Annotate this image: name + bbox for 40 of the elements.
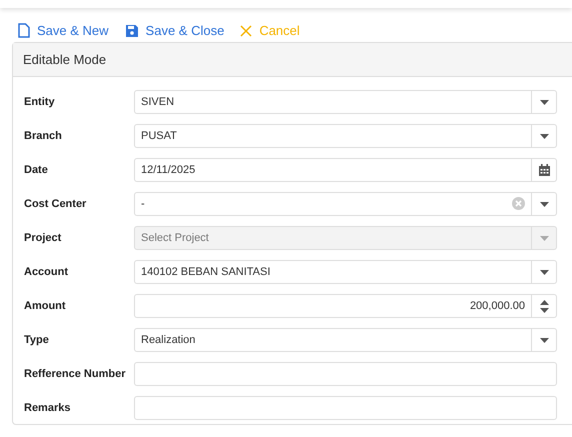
dropdown-field[interactable]: Realization <box>134 328 532 352</box>
number-field[interactable]: 200,000.00 <box>134 294 532 318</box>
field-label: Account <box>24 264 69 280</box>
field-label: Type <box>24 332 50 348</box>
caret-icon <box>540 100 548 104</box>
dropdown-toggle[interactable] <box>532 260 557 284</box>
caret-icon <box>540 338 548 342</box>
dropdown-field[interactable]: 140102 BEBAN SANITASI <box>134 260 532 284</box>
date-field[interactable]: 12/11/2025 <box>134 158 532 182</box>
calendar-button[interactable] <box>532 158 557 182</box>
field-label: Refference Number <box>24 366 126 382</box>
text-field[interactable] <box>134 362 557 386</box>
field-label: Project <box>24 230 62 246</box>
document-icon <box>18 23 30 38</box>
dropdown-toggle[interactable] <box>532 90 557 114</box>
field-label: Amount <box>24 298 67 314</box>
caret-icon <box>540 236 548 240</box>
dropdown-toggle[interactable] <box>532 192 557 216</box>
decrement-icon[interactable] <box>540 308 548 312</box>
spinner-button[interactable] <box>532 294 557 318</box>
caret-icon <box>540 134 548 138</box>
dropdown-field[interactable]: - <box>134 192 532 216</box>
increment-icon[interactable] <box>540 300 548 304</box>
text-field[interactable] <box>134 396 557 420</box>
field-label: Cost Center <box>24 196 88 212</box>
caret-icon <box>540 202 548 206</box>
field-label: Date <box>24 162 49 178</box>
save-button[interactable]: Save & New <box>18 19 109 42</box>
field-label: Branch <box>24 128 63 144</box>
dropdown-field[interactable]: SIVEN <box>134 90 532 114</box>
panel-title: Editable Mode <box>23 50 106 69</box>
dropdown-field[interactable]: PUSAT <box>134 124 532 148</box>
save-button[interactable]: Save & Close <box>124 19 224 42</box>
field-label: Entity <box>24 94 56 110</box>
dropdown-toggle[interactable] <box>532 124 557 148</box>
caret-icon <box>540 270 548 274</box>
dropdown-toggle[interactable] <box>532 328 557 352</box>
field-label: Remarks <box>24 400 72 416</box>
calendar-icon[interactable] <box>538 164 550 176</box>
close-icon <box>240 24 252 36</box>
